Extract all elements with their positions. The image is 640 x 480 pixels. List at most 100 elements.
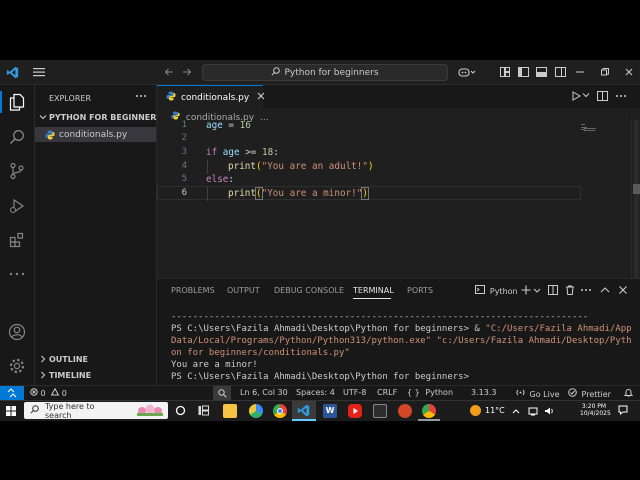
notifications-bell-icon[interactable] [623,388,634,399]
more-actions-icon[interactable] [135,92,147,103]
toggle-sidebar-icon[interactable] [516,65,530,79]
new-terminal-icon[interactable] [521,285,531,298]
terminal-label: Python [489,287,518,296]
copilot-icon[interactable] [456,65,478,79]
clock[interactable]: 3:20 PM 10/4/2025 [580,403,611,417]
weather-temp[interactable]: 11°C [485,406,505,415]
vscode-taskbar-item[interactable] [292,401,316,421]
code-token: print [228,161,256,172]
go-live-label: Go Live [529,390,560,399]
tab-terminal[interactable]: TERMINAL [353,286,394,295]
problems-status[interactable]: 0 0 [30,387,67,398]
encoding[interactable]: UTF-8 [343,388,366,397]
timeline-section[interactable]: TIMELINE [37,370,156,383]
tab-label: conditionals.py [181,92,250,103]
chevron-down-icon[interactable] [582,91,590,102]
restore-icon[interactable] [598,65,612,79]
chrome-icon[interactable] [273,404,287,418]
widgets-icon[interactable] [198,405,209,419]
manage-gear-icon[interactable] [7,356,27,376]
split-terminal-icon[interactable] [548,285,558,298]
tab-output[interactable]: OUTPUT [227,286,260,295]
terminal-prompt[interactable]: PS C:\Users\Fazila Ahmadi\Desktop\Python… [171,372,469,382]
scrollbar[interactable] [631,118,640,280]
code-line-3: if age >= 18: [206,147,279,158]
python-file-icon [166,91,176,104]
word-icon[interactable]: W [323,404,337,418]
indentation[interactable]: Spaces: 4 [296,388,335,397]
search-highlight-icon [134,403,168,419]
vscode-window: Python for beginners EXPLORER PYTHON FOR… [0,60,640,400]
source-control-icon[interactable] [7,161,27,181]
terminal-string: "C:/Users/Fazila Ahmadi/App [485,324,632,334]
extensions-icon[interactable] [7,230,27,250]
title-bar: Python for beginners [0,60,640,85]
language-mode[interactable]: { } Python [407,388,453,397]
breadcrumb-separator[interactable]: ... [260,113,269,123]
scrollbar-thumb[interactable] [633,184,640,194]
chevron-up-icon[interactable] [512,407,520,417]
code-token: 18 [261,147,274,158]
minimap-line [581,124,585,125]
command-center-search[interactable]: Python for beginners [202,64,448,81]
clock-date: 10/4/2025 [580,410,611,417]
toggle-secondary-sidebar-icon[interactable] [553,65,567,79]
panel-more-icon[interactable] [580,286,592,297]
tab-conditionals[interactable]: conditionals.py [157,85,265,109]
chevron-down-icon[interactable] [533,287,541,297]
windows-start-icon[interactable] [6,406,16,419]
code-line-5: else: [206,174,234,185]
close-panel-icon[interactable] [618,285,628,298]
minimize-icon[interactable] [573,65,587,79]
accounts-icon[interactable] [7,322,27,342]
close-tab-icon[interactable] [257,92,265,103]
file-explorer-icon[interactable] [223,404,237,418]
go-live[interactable]: Go Live [516,388,560,399]
close-window-icon[interactable] [622,65,636,79]
weather-sun-icon[interactable] [470,405,481,416]
youtube-icon[interactable] [348,404,362,418]
terminal-profile[interactable]: Python [475,285,518,297]
volume-icon[interactable] [544,406,554,419]
tab-problems[interactable]: PROBLEMS [171,286,215,295]
explorer-icon[interactable] [7,92,27,112]
back-arrow-icon[interactable] [162,65,176,79]
notification-center-icon[interactable] [618,405,628,418]
more-views-icon[interactable] [7,264,27,284]
powerpoint-icon[interactable] [398,404,412,418]
file-item[interactable]: conditionals.py [35,127,156,142]
menu-icon[interactable] [32,65,46,79]
outline-label: OUTLINE [49,355,88,364]
task-view-icon[interactable] [175,405,186,419]
editor-more-icon[interactable] [615,92,627,103]
run-python-icon[interactable] [571,91,582,104]
python-version[interactable]: 3.13.3 [471,388,496,397]
terminal-app-icon[interactable] [373,404,387,418]
minimap[interactable] [581,124,603,138]
prettier-status[interactable]: Prettier [568,388,611,399]
tab-debug-console[interactable]: DEBUG CONSOLE [274,286,344,295]
terminal-output: You are a minor! [171,360,258,370]
taskbar-search[interactable]: Type here to search [24,402,168,420]
trash-icon[interactable] [565,285,575,298]
line-endings[interactable]: CRLF [377,388,397,397]
remote-indicator[interactable] [0,386,24,400]
folder-header[interactable]: PYTHON FOR BEGINNERS [37,112,162,125]
outline-section[interactable]: OUTLINE [37,354,156,367]
toggle-panel-icon[interactable] [534,65,548,79]
split-editor-icon[interactable] [597,91,608,104]
customize-layout-icon[interactable] [498,65,512,79]
tab-ports[interactable]: PORTS [407,286,433,295]
search-view-icon[interactable] [7,127,27,147]
forward-arrow-icon[interactable] [180,65,194,79]
minimap-line [584,130,595,131]
chrome-taskbar-item[interactable] [418,401,440,421]
code-token: age [217,147,240,158]
zoom-icon[interactable] [213,386,231,400]
run-debug-icon[interactable] [7,196,27,216]
edge-icon[interactable] [249,404,263,418]
code-editor[interactable]: conditionals.py ... 6 1 2 3 4 5 age = 16… [157,108,640,280]
network-icon[interactable] [528,406,538,419]
cursor-position[interactable]: Ln 6, Col 30 [240,388,288,397]
maximize-panel-icon[interactable] [600,286,610,297]
